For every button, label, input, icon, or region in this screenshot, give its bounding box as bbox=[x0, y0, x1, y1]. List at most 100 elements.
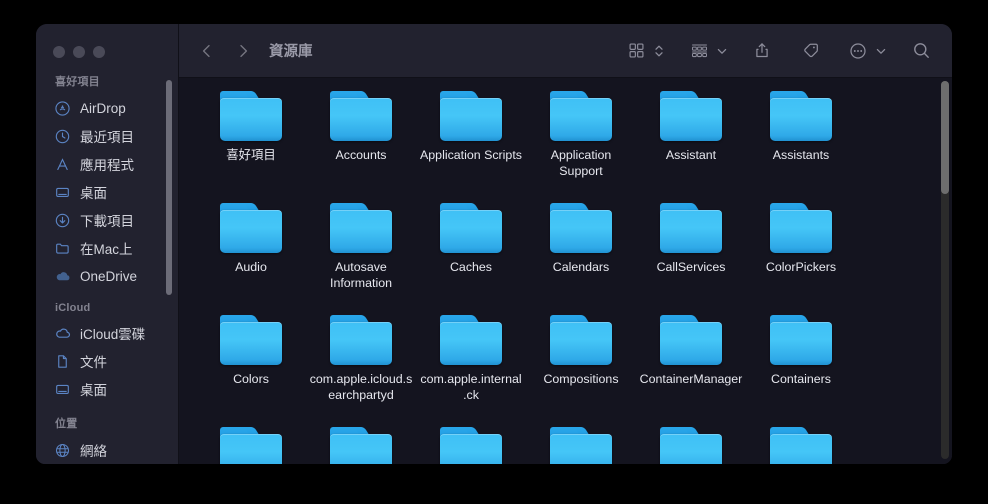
file-item[interactable] bbox=[746, 427, 856, 464]
sidebar-item-documents[interactable]: 文件 bbox=[36, 347, 178, 375]
sidebar-item-label: 下載項目 bbox=[80, 214, 134, 229]
file-item[interactable] bbox=[306, 427, 416, 464]
sidebar-item-desktop[interactable]: 桌面 bbox=[36, 178, 178, 206]
tag-icon[interactable] bbox=[797, 38, 823, 64]
folder-icon bbox=[660, 91, 722, 141]
file-label: Autosave Information bbox=[330, 260, 392, 290]
file-item[interactable] bbox=[636, 427, 746, 464]
file-label: Assistant bbox=[665, 148, 717, 162]
ellipsis-circle-icon[interactable] bbox=[845, 38, 871, 64]
share-icon[interactable] bbox=[749, 38, 775, 64]
grid-icon[interactable] bbox=[623, 38, 649, 64]
file-item[interactable]: Colors bbox=[196, 315, 306, 427]
file-item[interactable]: Caches bbox=[416, 203, 526, 315]
close-button[interactable] bbox=[53, 46, 65, 58]
sidebar-item-label: 桌面 bbox=[80, 186, 107, 201]
file-item[interactable]: Assistant bbox=[636, 91, 746, 203]
sidebar-item-label: OneDrive bbox=[80, 268, 138, 284]
airdrop-icon bbox=[54, 100, 71, 117]
file-item[interactable]: Containers bbox=[746, 315, 856, 427]
file-item[interactable]: Audio bbox=[196, 203, 306, 315]
folder-icon bbox=[440, 315, 502, 365]
file-item[interactable]: ContainerManager bbox=[636, 315, 746, 427]
file-item[interactable]: Compositions bbox=[526, 315, 636, 427]
sidebar-item-label: 網絡 bbox=[80, 444, 107, 459]
file-item[interactable]: com.apple.icloud.searchpartyd bbox=[306, 315, 416, 427]
file-item[interactable]: CallServices bbox=[636, 203, 746, 315]
sidebar-item-label: 文件 bbox=[80, 355, 107, 370]
sidebar-scroll-area: 喜好項目 AirDrop 最近項目 應用程式 桌面 下載項目 在Mac上 One… bbox=[36, 59, 178, 459]
file-label: Audio bbox=[235, 260, 267, 274]
globe-icon bbox=[54, 442, 71, 459]
folder-icon bbox=[660, 203, 722, 253]
file-label: Compositions bbox=[543, 372, 619, 386]
file-label: CallServices bbox=[656, 260, 726, 274]
sidebar-item-recents[interactable]: 最近項目 bbox=[36, 122, 178, 150]
folder-icon bbox=[330, 315, 392, 365]
file-label: ContainerManager bbox=[639, 372, 743, 386]
file-label: ColorPickers bbox=[765, 260, 837, 274]
sidebar-item-on-my-mac[interactable]: 在Mac上 bbox=[36, 234, 178, 262]
file-item[interactable]: Accounts bbox=[306, 91, 416, 203]
sidebar-item-label: 在Mac上 bbox=[80, 242, 133, 257]
sidebar-section-favorites-title: 喜好項目 bbox=[55, 76, 100, 88]
folder-icon bbox=[770, 203, 832, 253]
sidebar-item-icloud-desktop[interactable]: 桌面 bbox=[36, 375, 178, 403]
cloud-outline-icon bbox=[54, 325, 71, 342]
file-item[interactable]: Application Support bbox=[526, 91, 636, 203]
sidebar-item-label: AirDrop bbox=[80, 100, 126, 116]
sidebar-item-airdrop[interactable]: AirDrop bbox=[36, 94, 178, 122]
folder-icon bbox=[440, 203, 502, 253]
folder-icon bbox=[330, 91, 392, 141]
file-label: Colors bbox=[233, 372, 269, 386]
cloud-filled-icon bbox=[54, 268, 71, 285]
sidebar-scrollbar[interactable] bbox=[166, 80, 172, 295]
group-controls bbox=[686, 38, 729, 64]
file-grid-container: 喜好項目 Accounts Application Scripts Applic… bbox=[179, 78, 952, 464]
main-pane: 資源庫 喜好項目 Accounts Application Scripts Ap… bbox=[179, 24, 952, 464]
folder-icon bbox=[770, 427, 832, 464]
more-controls bbox=[845, 38, 888, 64]
sidebar-section-icloud-title: iCloud bbox=[55, 302, 91, 314]
file-label: Containers bbox=[771, 372, 831, 386]
file-item[interactable] bbox=[196, 427, 306, 464]
magnifier-icon[interactable] bbox=[908, 38, 934, 64]
minimize-button[interactable] bbox=[73, 46, 85, 58]
file-item[interactable] bbox=[416, 427, 526, 464]
chevron-down-icon[interactable] bbox=[715, 45, 729, 57]
forward-button[interactable] bbox=[229, 37, 257, 65]
file-item[interactable]: Calendars bbox=[526, 203, 636, 315]
sidebar-item-network[interactable]: 網絡 bbox=[36, 436, 178, 464]
file-item[interactable]: Assistants bbox=[746, 91, 856, 203]
view-controls bbox=[623, 38, 666, 64]
folder-icon bbox=[550, 315, 612, 365]
sidebar-item-onedrive[interactable]: OneDrive bbox=[36, 262, 178, 290]
file-grid: 喜好項目 Accounts Application Scripts Applic… bbox=[179, 78, 952, 464]
content-scrollbar-track[interactable] bbox=[941, 81, 949, 459]
chevron-updown-icon[interactable] bbox=[652, 43, 666, 59]
file-label: com.apple.internal.ck bbox=[420, 372, 522, 402]
sidebar-item-applications[interactable]: 應用程式 bbox=[36, 150, 178, 178]
sidebar-item-downloads[interactable]: 下載項目 bbox=[36, 206, 178, 234]
file-label: com.apple.icloud.searchpartyd bbox=[309, 372, 413, 402]
content-scrollbar-thumb[interactable] bbox=[941, 81, 949, 194]
file-item[interactable]: Autosave Information bbox=[306, 203, 416, 315]
group-list-icon[interactable] bbox=[686, 38, 712, 64]
applications-icon bbox=[54, 156, 71, 173]
file-item[interactable]: com.apple.internal.ck bbox=[416, 315, 526, 427]
back-button[interactable] bbox=[193, 37, 221, 65]
file-item[interactable]: ColorPickers bbox=[746, 203, 856, 315]
file-item[interactable]: Application Scripts bbox=[416, 91, 526, 203]
file-label: Application Scripts bbox=[420, 148, 522, 162]
file-item[interactable] bbox=[526, 427, 636, 464]
chevron-down-icon[interactable] bbox=[874, 45, 888, 57]
maximize-button[interactable] bbox=[93, 46, 105, 58]
sidebar-item-label: iCloud雲碟 bbox=[80, 327, 146, 342]
sidebar-item-icloud-drive[interactable]: iCloud雲碟 bbox=[36, 319, 178, 347]
file-label: Application Support bbox=[550, 148, 612, 178]
folder-icon bbox=[770, 91, 832, 141]
file-label: 喜好項目 bbox=[226, 148, 276, 162]
sidebar-item-label: 最近項目 bbox=[80, 130, 134, 145]
page-title: 資源庫 bbox=[269, 44, 313, 60]
file-item[interactable]: 喜好項目 bbox=[196, 91, 306, 203]
